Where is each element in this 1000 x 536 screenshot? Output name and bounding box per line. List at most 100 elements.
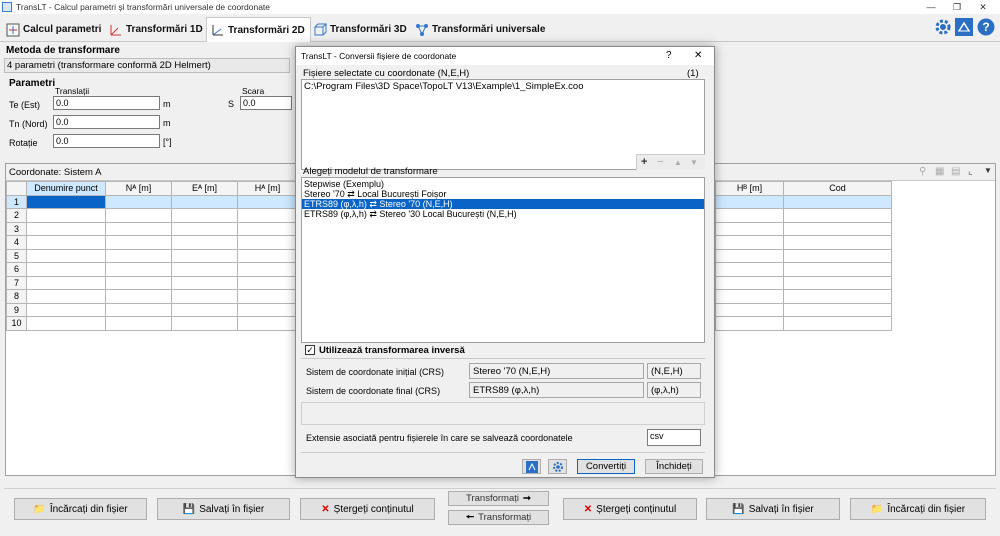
inverse-checkbox[interactable]: ✓ <box>305 345 315 355</box>
table-row[interactable]: 3 <box>6 221 298 236</box>
table-cell[interactable] <box>105 302 172 317</box>
table-cell[interactable] <box>783 316 892 331</box>
row-number[interactable]: 4 <box>6 235 27 250</box>
table-cell[interactable] <box>715 316 784 331</box>
load-file-left-button[interactable]: 📁 Încărcați din fișier <box>14 498 147 520</box>
table-cell[interactable] <box>237 208 298 223</box>
help-question-icon[interactable]: ? <box>666 50 672 61</box>
models-list[interactable]: Stepwise (Exemplu) Stereo '70 ⇄ Local Bu… <box>301 177 705 343</box>
transform-backward-button[interactable]: 🠔 Transformați <box>448 510 549 525</box>
col-header-hb[interactable]: Hᴮ [m] <box>715 181 784 196</box>
table-row[interactable] <box>715 194 892 209</box>
table-cell[interactable] <box>26 235 106 250</box>
table-cell[interactable] <box>26 262 106 277</box>
table-cell[interactable] <box>237 316 298 331</box>
close-dialog-button[interactable]: Închideți <box>645 459 703 474</box>
table-cell[interactable] <box>105 221 172 236</box>
transform-forward-button[interactable]: Transformați ➞ <box>448 491 549 506</box>
row-number[interactable]: 2 <box>6 208 27 223</box>
coordinates-table-left[interactable]: Denumire punct Nᴬ [m] Eᴬ [m] Hᴬ [m] 1234… <box>6 181 298 331</box>
table-cell[interactable] <box>715 248 784 263</box>
table-row[interactable] <box>715 275 892 290</box>
table-row[interactable]: 5 <box>6 248 298 263</box>
col-header-h[interactable]: Hᴬ [m] <box>237 181 298 196</box>
col-header-name[interactable]: Denumire punct <box>26 181 106 196</box>
table-row[interactable]: 2 <box>6 208 298 223</box>
table-cell[interactable] <box>783 289 892 304</box>
row-number[interactable]: 1 <box>6 194 27 209</box>
extension-input[interactable]: csv <box>647 429 701 446</box>
table-cell[interactable] <box>26 275 106 290</box>
remove-icon[interactable]: − <box>657 156 663 168</box>
table-cell[interactable] <box>105 316 172 331</box>
convert-button[interactable]: Convertiți <box>577 459 635 474</box>
table-cell[interactable] <box>105 289 172 304</box>
rotation-input[interactable]: 0.0 <box>53 134 160 148</box>
settings-gear-icon[interactable] <box>934 18 952 36</box>
table-cell[interactable] <box>105 262 172 277</box>
table-row[interactable] <box>715 289 892 304</box>
row-number[interactable]: 6 <box>6 262 27 277</box>
table-cell[interactable] <box>783 262 892 277</box>
chart-icon[interactable]: ⌞ <box>968 166 973 177</box>
model-item[interactable]: Stepwise (Exemplu) <box>302 179 704 189</box>
minimize-icon[interactable]: — <box>918 0 944 14</box>
tab-transformari-1d[interactable]: Transformări 1D <box>105 17 208 42</box>
col-header-e[interactable]: Eᴬ [m] <box>171 181 238 196</box>
col-header-code[interactable]: Cod <box>783 181 892 196</box>
table-cell[interactable] <box>715 289 784 304</box>
tab-transformari-3d[interactable]: Transformări 3D <box>309 17 412 42</box>
model-item[interactable]: Stereo '70 ⇄ Local București Foișor <box>302 189 704 199</box>
table-cell[interactable] <box>783 235 892 250</box>
table-cell[interactable] <box>26 208 106 223</box>
method-select[interactable]: 4 parametri (transformare conformă 2D He… <box>4 58 290 73</box>
table-row[interactable]: 1 <box>6 194 298 209</box>
table-row[interactable]: 9 <box>6 302 298 317</box>
table-cell[interactable] <box>171 316 238 331</box>
table-cell[interactable] <box>105 208 172 223</box>
table-cell[interactable] <box>715 302 784 317</box>
restore-icon[interactable]: ❐ <box>944 0 970 14</box>
model-item[interactable]: ETRS89 (φ,λ,h) ⇄ Stereo '30 Local Bucure… <box>302 209 704 219</box>
table-cell[interactable] <box>171 262 238 277</box>
table-row[interactable] <box>715 248 892 263</box>
table-cell[interactable] <box>237 302 298 317</box>
delete-content-right-button[interactable]: ✕ Ștergeți conținutul <box>563 498 697 520</box>
table-cell[interactable] <box>105 275 172 290</box>
table-cell[interactable] <box>783 302 892 317</box>
table-cell[interactable] <box>105 248 172 263</box>
search-icon[interactable]: ⚲ <box>919 166 926 177</box>
close-window-icon[interactable]: ✕ <box>970 0 996 14</box>
save-file-right-button[interactable]: 💾 Salvați în fișier <box>706 498 840 520</box>
table-cell[interactable] <box>237 248 298 263</box>
table-cell[interactable] <box>237 235 298 250</box>
te-input[interactable]: 0.0 <box>53 96 160 110</box>
table-row[interactable] <box>715 235 892 250</box>
table-row[interactable] <box>715 262 892 277</box>
table-cell[interactable] <box>171 248 238 263</box>
model-item-selected[interactable]: ETRS89 (φ,λ,h) ⇄ Stereo '70 (N,E,H) <box>302 199 704 209</box>
table-cell[interactable] <box>171 208 238 223</box>
tab-calcul-parametri[interactable]: Calcul parametri <box>2 17 106 42</box>
table-cell[interactable] <box>783 275 892 290</box>
col-header-n[interactable]: Nᴬ [m] <box>105 181 172 196</box>
table-row[interactable]: 6 <box>6 262 298 277</box>
table-cell[interactable] <box>237 194 298 209</box>
table-cell[interactable] <box>171 221 238 236</box>
table-cell[interactable] <box>715 221 784 236</box>
add-icon[interactable]: + <box>641 156 647 168</box>
table-cell[interactable] <box>237 275 298 290</box>
help-icon[interactable]: ? <box>977 18 995 36</box>
table-row[interactable]: 10 <box>6 316 298 331</box>
table-cell[interactable] <box>26 316 106 331</box>
table-cell[interactable] <box>26 248 106 263</box>
file-item[interactable]: C:\Program Files\3D Space\TopoLT V13\Exa… <box>302 81 704 92</box>
table-cell[interactable] <box>715 275 784 290</box>
s-input[interactable]: 0.0 <box>240 96 292 110</box>
table-row[interactable]: 7 <box>6 275 298 290</box>
table-cell[interactable] <box>26 302 106 317</box>
table-cell[interactable] <box>783 221 892 236</box>
table-row[interactable]: 8 <box>6 289 298 304</box>
table-cell[interactable] <box>171 289 238 304</box>
table-cell[interactable] <box>783 194 892 209</box>
